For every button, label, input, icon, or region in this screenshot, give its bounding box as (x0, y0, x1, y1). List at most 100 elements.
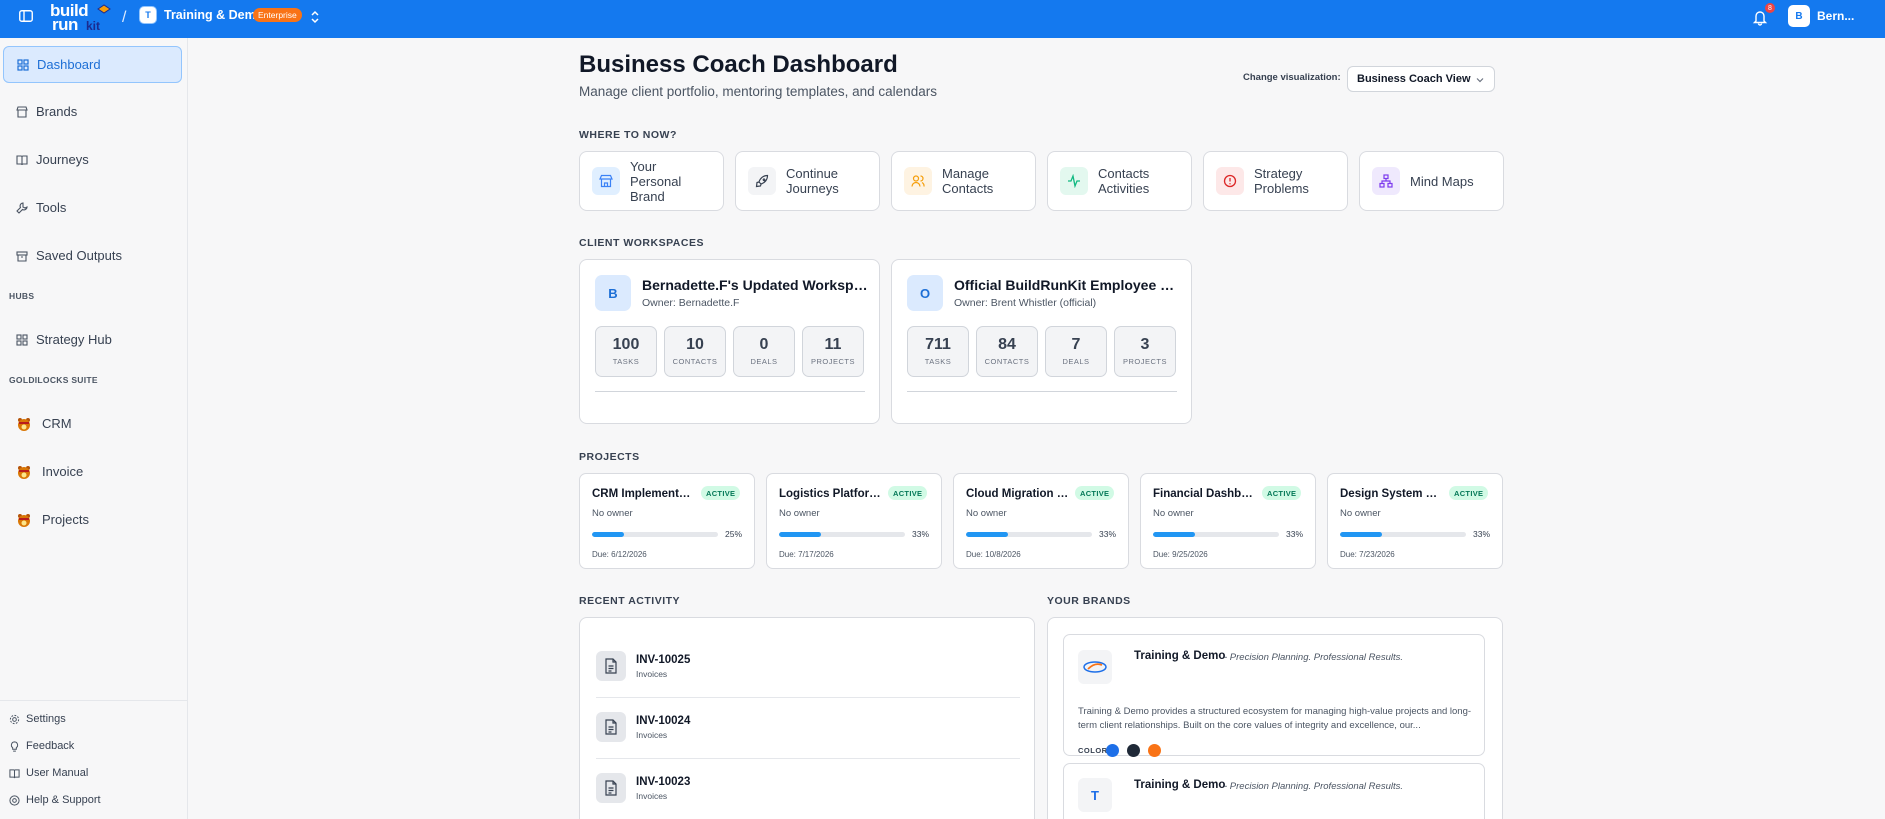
dashboard-icon (17, 58, 29, 71)
quick-link-strategy-problems[interactable]: Strategy Problems (1203, 151, 1348, 211)
sidebar-footer-user-manual[interactable]: User Manual (9, 767, 88, 779)
brand-card[interactable]: T Training & Demo - Precision Planning. … (1063, 763, 1485, 819)
project-card[interactable]: Cloud Migration - Phase 2 ACTIVE No owne… (953, 473, 1129, 569)
visualization-label: Change visualization: (1243, 72, 1341, 83)
sidebar-item-strategy-hub[interactable]: Strategy Hub (3, 321, 182, 358)
sidebar-item-crm[interactable]: CRM (3, 405, 182, 442)
list-item[interactable]: INV-10025 Invoices (596, 638, 1020, 698)
sidebar: Dashboard Brands Journeys Tools Saved Ou… (0, 38, 188, 819)
project-card[interactable]: Logistics Platform Upgrade ACTIVE No own… (766, 473, 942, 569)
user-avatar[interactable]: B (1788, 5, 1810, 27)
recent-activity-title: RECENT ACTIVITY (579, 595, 681, 607)
footer-label: Settings (26, 713, 66, 725)
progress-label: 33% (1472, 529, 1490, 539)
stat-value: 11 (824, 336, 842, 353)
workspace-switch-icon[interactable] (309, 9, 321, 25)
visualization-value: Business Coach View (1357, 73, 1471, 85)
progress-bar (779, 532, 905, 537)
sidebar-item-tools[interactable]: Tools (3, 189, 182, 226)
list-item[interactable]: INV-10023 Invoices (596, 760, 1020, 819)
app-logo[interactable]: build run kit (48, 2, 114, 35)
sidebar-divider (0, 700, 188, 701)
progress-fill (592, 532, 624, 537)
quick-link-personal-brand[interactable]: Your Personal Brand (579, 151, 724, 211)
sidebar-item-saved-outputs[interactable]: Saved Outputs (3, 237, 182, 274)
sidebar-item-brands[interactable]: Brands (3, 93, 182, 130)
quick-link-manage-contacts[interactable]: Manage Contacts (891, 151, 1036, 211)
hubs-section-label: HUBS (9, 291, 35, 301)
stat-value: 3 (1140, 336, 1150, 353)
sidebar-footer-feedback[interactable]: Feedback (9, 740, 74, 752)
sidebar-item-label: Invoice (42, 464, 84, 479)
progress-bar (966, 532, 1092, 537)
stat-label: DEALS (1062, 357, 1090, 366)
project-name: Design System Documentation (1340, 488, 1444, 500)
activity-subtitle: Invoices (636, 669, 668, 679)
sidebar-footer-settings[interactable]: Settings (9, 713, 66, 725)
top-bar: build run kit / T Training & Demo Enterp… (0, 0, 1885, 38)
workspace-card-owner: Owner: Bernadette.F (642, 297, 740, 309)
project-owner: No owner (966, 508, 1007, 519)
your-brands-card: Training & Demo - Precision Planning. Pr… (1047, 617, 1503, 819)
sidebar-item-label: Dashboard (37, 57, 101, 72)
sidebar-item-dashboard[interactable]: Dashboard (3, 46, 182, 83)
divider (596, 697, 1020, 698)
quick-link-contacts-activities[interactable]: Contacts Activities (1047, 151, 1192, 211)
stat-label: PROJECTS (810, 357, 855, 366)
brand-card[interactable]: Training & Demo - Precision Planning. Pr… (1063, 634, 1485, 757)
project-card[interactable]: CRM Implementation ACTIVE No owner 25% D… (579, 473, 755, 569)
users-icon (904, 167, 932, 195)
project-card[interactable]: Financial Dashboard ACTIVE No owner 33% … (1140, 473, 1316, 569)
brand-tagline: - Precision Planning. Professional Resul… (1224, 781, 1404, 792)
brand-logo (1078, 650, 1112, 684)
client-workspaces-title: CLIENT WORKSPACES (579, 237, 704, 249)
stat-label: CONTACTS (984, 357, 1030, 366)
workspace-card[interactable]: B Bernadette.F's Updated Workspace Owner… (579, 259, 880, 424)
user-name[interactable]: Bern... (1817, 9, 1854, 23)
progress-bar (1340, 532, 1466, 537)
quick-link-label: Manage Contacts (942, 166, 994, 196)
activity-subtitle: Invoices (636, 791, 668, 801)
progress-label: 33% (1285, 529, 1303, 539)
sidebar-item-invoice[interactable]: Invoice (3, 453, 182, 490)
project-card[interactable]: Design System Documentation ACTIVE No ow… (1327, 473, 1503, 569)
status-badge: ACTIVE (1075, 486, 1115, 500)
sidebar-item-projects[interactable]: Projects (3, 501, 182, 538)
workspace-name[interactable]: Training & Demo (164, 8, 263, 22)
project-owner: No owner (1340, 508, 1381, 519)
stat-tasks: 100 TASKS (595, 326, 657, 377)
stat-value: 7 (1071, 336, 1081, 353)
store-icon (592, 167, 620, 195)
stat-value: 10 (686, 336, 704, 353)
workspace-card-avatar: O (907, 275, 943, 311)
sidebar-footer-help[interactable]: Help & Support (9, 794, 101, 806)
your-brands-title: YOUR BRANDS (1047, 595, 1131, 607)
project-name: Cloud Migration - Phase 2 (966, 488, 1070, 500)
status-badge: ACTIVE (888, 486, 928, 500)
progress-bar (592, 532, 718, 537)
document-icon (596, 773, 626, 803)
quick-link-label: Mind Maps (1410, 173, 1474, 189)
workspace-card[interactable]: O Official BuildRunKit Employee Workspac… (891, 259, 1192, 424)
workspace-avatar[interactable]: T (140, 7, 156, 23)
brand-name: Training & Demo (1134, 650, 1226, 662)
list-item[interactable]: INV-10024 Invoices (596, 699, 1020, 759)
visualization-select[interactable]: Business Coach View (1347, 66, 1495, 92)
book-icon (9, 768, 20, 778)
quick-link-mind-maps[interactable]: Mind Maps (1359, 151, 1504, 211)
workspace-card-name[interactable]: Bernadette.F's Updated Workspace (642, 277, 870, 293)
color-swatch (1148, 744, 1161, 757)
breadcrumb-separator: / (122, 9, 127, 26)
activity-title: INV-10024 (636, 715, 691, 727)
sidebar-toggle-icon[interactable] (12, 2, 40, 30)
archive-icon (16, 250, 28, 262)
document-icon (596, 651, 626, 681)
workspace-card-name[interactable]: Official BuildRunKit Employee Workspace (954, 277, 1182, 293)
sidebar-item-journeys[interactable]: Journeys (3, 141, 182, 178)
alert-circle-icon (1216, 167, 1244, 195)
quick-link-continue-journeys[interactable]: Continue Journeys (735, 151, 880, 211)
quick-link-label: Contacts Activities (1098, 166, 1150, 196)
footer-label: User Manual (26, 767, 89, 779)
sitemap-icon (1372, 167, 1400, 195)
help-icon (9, 794, 20, 806)
